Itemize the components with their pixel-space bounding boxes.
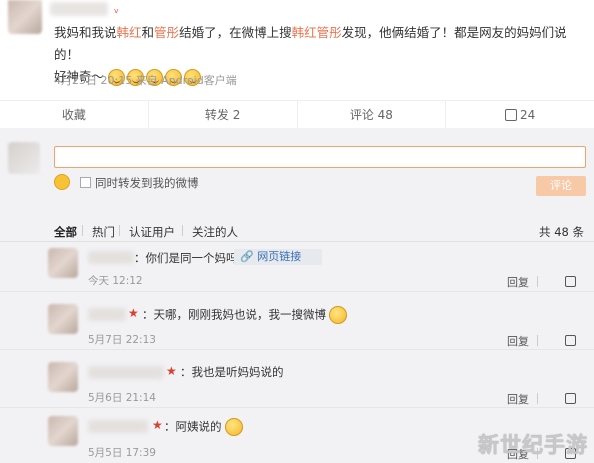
action-divider xyxy=(537,393,538,404)
comment-filter-tabs: 全部 热门 认证用户 关注的人 共 48 条 xyxy=(0,212,594,242)
commenter-name-redacted[interactable] xyxy=(88,420,148,433)
comment-text: ：你们是同一个妈吗 xyxy=(134,251,238,265)
favorite-button[interactable]: 收藏 xyxy=(0,101,149,128)
emoji-picker-icon[interactable] xyxy=(54,174,70,190)
post-actions: 收藏 转发 2 评论 48 24 xyxy=(0,100,594,128)
author-avatar[interactable] xyxy=(8,0,42,34)
comment-text: ：我也是听妈妈说的 xyxy=(180,365,284,379)
comment-text-content: ：天哪，刚刚我妈也说，我一搜微博 xyxy=(142,307,326,322)
thumbs-up-icon[interactable] xyxy=(565,276,576,287)
commenter-name-redacted[interactable] xyxy=(88,308,126,321)
action-divider xyxy=(537,276,538,287)
comment-item: ★ ：天哪，刚刚我妈也说，我一搜微博 5月7日 22:13 回复 xyxy=(0,292,594,350)
reply-button[interactable]: 回复 xyxy=(507,274,529,290)
commenter-avatar[interactable] xyxy=(48,416,78,446)
comment-time: 5月7日 22:13 xyxy=(88,334,156,346)
hashtag-link[interactable]: 管彤 xyxy=(154,25,179,40)
comment-input[interactable] xyxy=(54,146,586,168)
comment-time: 今天 12:12 xyxy=(88,275,143,287)
comment-text-content: ：阿姨说的 xyxy=(164,419,222,434)
like-button[interactable]: 24 xyxy=(446,101,594,128)
comment-time: 5月6日 21:14 xyxy=(88,392,156,404)
sync-forward-label[interactable]: 同时转发到我的微博 xyxy=(95,175,199,191)
verified-icon: ᵥ xyxy=(114,2,120,16)
comment-composer: 同时转发到我的微博 评论 xyxy=(0,128,594,212)
tab-divider xyxy=(82,225,83,236)
comment-item: ★ ：我也是听妈妈说的 5月6日 21:14 回复 xyxy=(0,350,594,408)
author-name-redacted[interactable] xyxy=(50,2,108,16)
web-link[interactable]: 🔗 网页链接 xyxy=(234,249,322,265)
thumbs-up-icon[interactable] xyxy=(565,335,576,346)
submit-comment-button[interactable]: 评论 xyxy=(536,176,586,196)
thumbs-up-icon[interactable] xyxy=(565,393,576,404)
comment-time: 5月5日 17:39 xyxy=(88,447,156,459)
weibo-post: ᵥ 我妈和我说韩红和管彤结婚了，在微博上搜韩红管彤发现，他俩结婚了！都是网友的妈… xyxy=(0,0,594,128)
laugh-emoji-icon xyxy=(224,418,243,436)
hashtag-link[interactable]: 韩红 xyxy=(292,25,317,40)
post-text-part: 结婚了，在微博上搜 xyxy=(179,25,292,40)
tab-divider xyxy=(119,225,120,236)
thumbs-up-icon xyxy=(504,108,517,121)
hashtag-link[interactable]: 韩红 xyxy=(117,25,142,40)
commenter-avatar[interactable] xyxy=(48,248,78,278)
my-avatar xyxy=(8,142,40,174)
comment-item: ：你们是同一个妈吗 🔗 网页链接 今天 12:12 回复 xyxy=(0,242,594,292)
commenter-avatar[interactable] xyxy=(48,304,78,334)
site-watermark: 新世纪手游 xyxy=(478,433,588,457)
reply-button[interactable]: 回复 xyxy=(507,333,529,349)
tab-following[interactable]: 关注的人 xyxy=(192,224,238,240)
comment-total: 共 48 条 xyxy=(539,225,584,239)
post-meta: 4月25日 20:15 来自 Android客户端 xyxy=(54,74,237,87)
tab-verified[interactable]: 认证用户 xyxy=(129,224,175,240)
web-link-label: 网页链接 xyxy=(257,250,302,263)
like-count: 24 xyxy=(519,107,536,122)
tab-hot[interactable]: 热门 xyxy=(92,224,115,240)
post-text-part: 和 xyxy=(141,25,155,40)
action-divider xyxy=(537,335,538,346)
star-badge-icon: ★ xyxy=(128,306,139,320)
comment-button[interactable]: 评论 48 xyxy=(298,101,447,128)
comment-text: ：阿姨说的 xyxy=(164,418,243,436)
hashtag-link[interactable]: 管彤 xyxy=(317,25,342,40)
commenter-avatar[interactable] xyxy=(48,362,78,392)
star-badge-icon: ★ xyxy=(166,364,177,378)
forward-label: 转发 2 xyxy=(204,108,241,122)
forward-button[interactable]: 转发 2 xyxy=(149,101,298,128)
tab-all[interactable]: 全部 xyxy=(54,224,77,240)
comment-label: 评论 48 xyxy=(349,108,393,122)
tab-divider xyxy=(182,225,183,236)
reply-button[interactable]: 回复 xyxy=(507,391,529,407)
comment-text: ：天哪，刚刚我妈也说，我一搜微博 xyxy=(142,306,347,324)
star-badge-icon: ★ xyxy=(152,418,163,432)
laugh-emoji-icon xyxy=(329,306,347,324)
sync-forward-checkbox[interactable] xyxy=(80,177,91,188)
commenter-name-redacted[interactable] xyxy=(88,366,164,379)
post-text-part: 我妈和我说 xyxy=(54,25,117,40)
commenter-name-redacted[interactable] xyxy=(88,251,134,264)
favorite-label: 收藏 xyxy=(61,108,86,122)
